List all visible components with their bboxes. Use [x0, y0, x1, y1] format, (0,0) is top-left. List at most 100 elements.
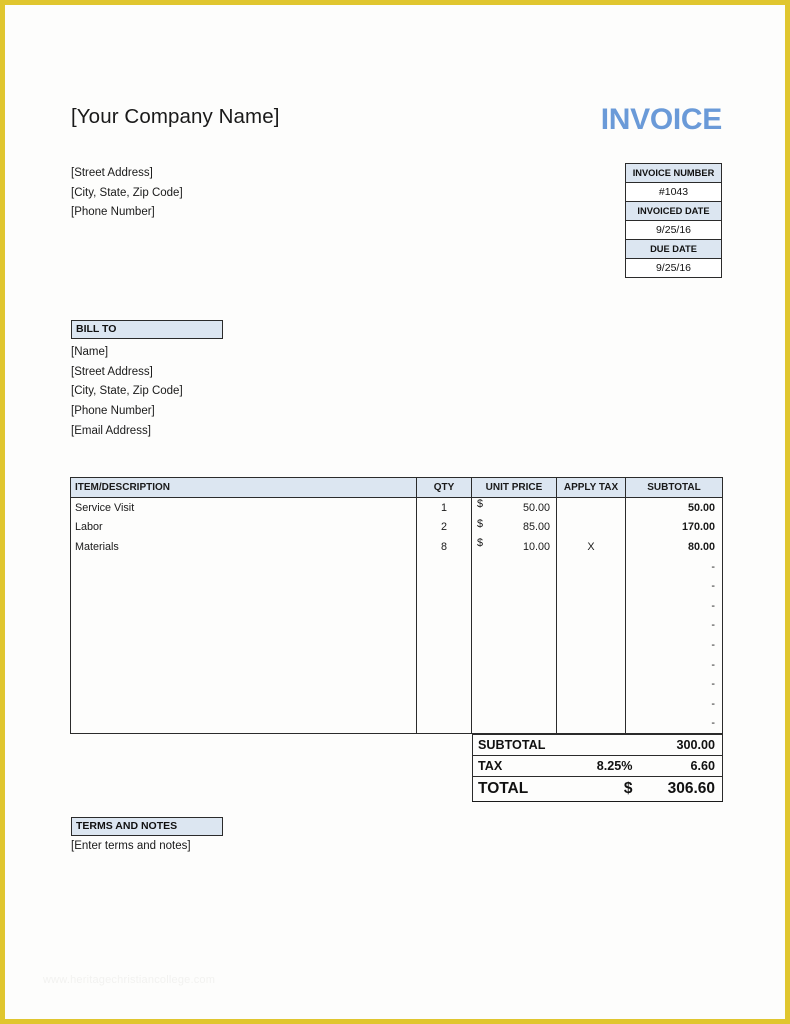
cell-subtotal: 170.00 — [625, 517, 723, 538]
bill-to-line[interactable]: [Name] — [71, 343, 183, 363]
cell-description[interactable] — [70, 556, 417, 577]
table-row: - — [70, 635, 723, 655]
cell-unit-price[interactable] — [471, 576, 557, 596]
total-label: TOTAL — [472, 776, 557, 802]
cell-qty[interactable] — [416, 654, 472, 675]
cell-apply-tax[interactable] — [556, 576, 626, 596]
company-address-line: [City, State, Zip Code] — [71, 186, 183, 199]
table-row: INVOICED DATE — [625, 201, 722, 221]
cell-description[interactable] — [70, 595, 417, 616]
table-row: 9/25/16 — [625, 258, 722, 278]
cell-qty[interactable] — [416, 556, 472, 577]
invoiced-date-value[interactable]: 9/25/16 — [625, 220, 722, 240]
cell-unit-price[interactable] — [471, 615, 557, 636]
due-date-value[interactable]: 9/25/16 — [625, 258, 722, 278]
cell-unit-price[interactable] — [471, 595, 557, 616]
cell-unit-price[interactable] — [471, 713, 557, 735]
terms-body[interactable]: [Enter terms and notes] — [71, 840, 191, 852]
cell-apply-tax[interactable] — [556, 615, 626, 636]
invoice-sheet: [Your Company Name] [Street Address] [Ci… — [5, 5, 785, 1019]
cell-unit-price[interactable] — [471, 693, 557, 714]
tax-label: TAX — [472, 755, 557, 777]
invoiced-date-label: INVOICED DATE — [625, 201, 722, 221]
currency-symbol: $ — [477, 498, 484, 510]
table-row: - — [70, 615, 723, 636]
currency-symbol: $ — [477, 537, 484, 550]
cell-description[interactable] — [70, 635, 417, 655]
invoice-meta-table: INVOICE NUMBER #1043 INVOICED DATE 9/25/… — [625, 163, 722, 278]
cell-apply-tax[interactable] — [556, 713, 626, 735]
bill-to-line[interactable]: [Street Address] — [71, 363, 183, 383]
cell-qty[interactable] — [416, 693, 472, 714]
subtotal-label: SUBTOTAL — [472, 734, 557, 756]
unit-price-amount: 85.00 — [522, 521, 550, 534]
cell-unit-price[interactable] — [471, 635, 557, 655]
cell-description[interactable]: Service Visit — [70, 496, 417, 518]
cell-apply-tax[interactable] — [556, 693, 626, 714]
cell-unit-price[interactable]: $50.00 — [471, 496, 557, 518]
cell-description[interactable] — [70, 713, 417, 735]
cell-subtotal: - — [625, 674, 723, 694]
cell-unit-price[interactable]: $10.00 — [471, 537, 557, 557]
terms-heading: TERMS AND NOTES — [71, 817, 223, 836]
cell-description[interactable] — [70, 654, 417, 675]
table-row: - — [70, 674, 723, 694]
cell-subtotal: - — [625, 635, 723, 655]
cell-unit-price[interactable] — [471, 556, 557, 577]
tax-rate[interactable]: 8.25% — [556, 755, 643, 777]
totals-table: SUBTOTAL 300.00 TAX 8.25% 6.60 TOTAL $ 3… — [472, 734, 723, 802]
cell-qty[interactable]: 8 — [416, 537, 472, 557]
cell-apply-tax[interactable] — [556, 517, 626, 538]
cell-apply-tax[interactable] — [556, 635, 626, 655]
column-header-qty: QTY — [416, 477, 472, 498]
cell-apply-tax[interactable] — [556, 595, 626, 616]
subtotal-mid — [556, 734, 643, 756]
cell-qty[interactable] — [416, 595, 472, 616]
cell-qty[interactable] — [416, 674, 472, 694]
cell-unit-price[interactable] — [471, 654, 557, 675]
subtotal-row: SUBTOTAL 300.00 — [472, 734, 723, 756]
invoice-number-value[interactable]: #1043 — [625, 182, 722, 202]
cell-description[interactable] — [70, 693, 417, 714]
table-row: - — [70, 556, 723, 577]
bill-to-line[interactable]: [Phone Number] — [71, 402, 183, 422]
cell-unit-price[interactable] — [471, 674, 557, 694]
column-header-description: ITEM/DESCRIPTION — [70, 477, 417, 498]
bill-to-line[interactable]: [City, State, Zip Code] — [71, 382, 183, 402]
cell-description[interactable]: Materials — [70, 537, 417, 557]
cell-apply-tax[interactable] — [556, 654, 626, 675]
company-address-line: [Street Address] — [71, 167, 153, 179]
cell-subtotal: - — [625, 693, 723, 714]
cell-apply-tax[interactable] — [556, 674, 626, 694]
company-address: [Street Address] [City, State, Zip Code]… — [71, 164, 183, 223]
cell-apply-tax[interactable]: X — [556, 537, 626, 557]
cell-unit-price[interactable]: $85.00 — [471, 517, 557, 538]
total-value: 306.60 — [642, 776, 723, 802]
total-row: TOTAL $ 306.60 — [472, 776, 723, 802]
cell-subtotal: 80.00 — [625, 537, 723, 557]
cell-apply-tax[interactable] — [556, 496, 626, 518]
cell-subtotal: - — [625, 713, 723, 735]
cell-description[interactable]: Labor — [70, 517, 417, 538]
cell-qty[interactable] — [416, 576, 472, 596]
cell-qty[interactable] — [416, 713, 472, 735]
bill-to-heading: BILL TO — [71, 320, 223, 339]
column-header-apply-tax: APPLY TAX — [556, 477, 626, 498]
cell-qty[interactable] — [416, 615, 472, 636]
cell-subtotal: - — [625, 576, 723, 596]
cell-qty[interactable]: 1 — [416, 496, 472, 518]
due-date-label: DUE DATE — [625, 239, 722, 259]
bill-to-line[interactable]: [Email Address] — [71, 422, 183, 442]
subtotal-value: 300.00 — [642, 734, 723, 756]
tax-row: TAX 8.25% 6.60 — [472, 755, 723, 777]
column-header-unit-price: UNIT PRICE — [471, 477, 557, 498]
cell-description[interactable] — [70, 674, 417, 694]
cell-description[interactable] — [70, 576, 417, 596]
cell-subtotal: 50.00 — [625, 496, 723, 518]
invoice-page: [Your Company Name] [Street Address] [Ci… — [0, 0, 790, 1024]
cell-qty[interactable]: 2 — [416, 517, 472, 538]
cell-apply-tax[interactable] — [556, 556, 626, 577]
cell-description[interactable] — [70, 615, 417, 636]
cell-qty[interactable] — [416, 635, 472, 655]
table-row: Service Visit 1 $50.00 50.00 — [70, 496, 723, 518]
